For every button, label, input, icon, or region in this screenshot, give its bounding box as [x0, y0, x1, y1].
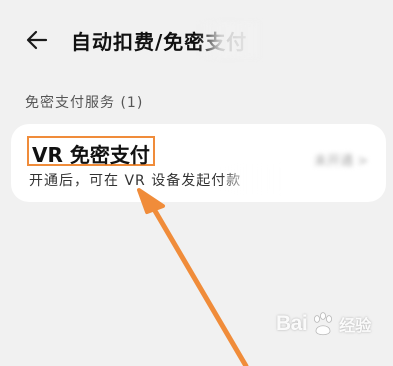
baidu-watermark: Bai 经验	[276, 306, 371, 342]
description-blur-overlay	[221, 164, 281, 194]
vr-payment-title: VR 免密支付	[27, 136, 155, 167]
section-title: 免密支付服务 (1)	[25, 95, 144, 111]
header: 自动扣费/免密支付	[0, 22, 393, 58]
baidu-paw-icon	[314, 312, 333, 336]
vr-payment-item[interactable]: VR 免密支付 开通后，可在 VR 设备发起付款 未开通 >	[11, 124, 386, 202]
watermark-sub: 经验	[339, 316, 372, 335]
title-blur-overlay	[199, 22, 259, 58]
arrow-shaft	[148, 201, 249, 366]
vr-payment-description: 开通后，可在 VR 设备发起付款	[29, 173, 242, 189]
arrow-left-icon	[26, 30, 48, 50]
back-button[interactable]	[24, 26, 52, 54]
watermark-brand: Bai	[276, 312, 308, 335]
screen: 自动扣费/免密支付 免密支付服务 (1) VR 免密支付 开通后，可在 VR 设…	[0, 0, 393, 366]
vr-payment-status: 未开通 >	[313, 154, 368, 169]
